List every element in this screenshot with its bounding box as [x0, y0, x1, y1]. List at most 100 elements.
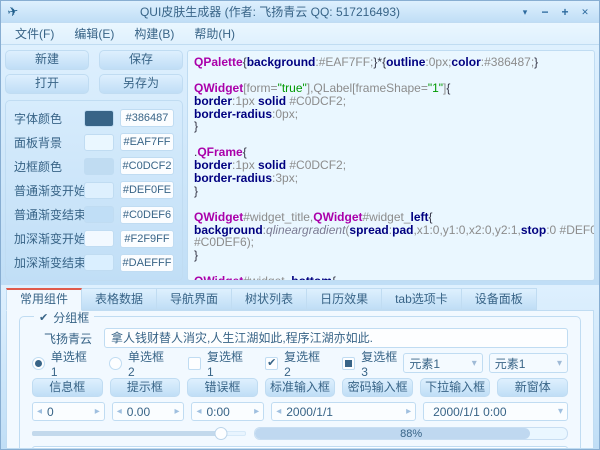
tab-device-panel[interactable]: 设备面板	[462, 288, 537, 310]
color-row-font: 字体颜色 #386487	[14, 109, 174, 127]
color-row-deep-end: 加深渐变结束 #DAEFFF	[14, 254, 174, 272]
checkbox-3[interactable]: 复选框3	[342, 348, 403, 379]
spinbox-row: ◂ 0 ▸ ◂ 0.00 ▸ ◂ 0:00 ▸ ◂	[32, 402, 568, 421]
spin-right-icon[interactable]: ▸	[406, 406, 411, 417]
color-value-input[interactable]: #EAF7FF	[120, 133, 174, 151]
color-row-gradient-end: 普通渐变结束 #C0DEF6	[14, 206, 174, 224]
motto-input[interactable]: 拿人钱财替人消灾,人生江湖如此,程序江湖亦如此.	[104, 328, 568, 348]
color-row-panel-bg: 面板背景 #EAF7FF	[14, 133, 174, 151]
app-plane-icon: ✈	[0, 1, 26, 22]
radio-2[interactable]: 单选框2	[109, 348, 170, 379]
slider-progress-row: 88%	[32, 427, 568, 440]
color-row-gradient-start: 普通渐变开始 #DEF0FE	[14, 181, 174, 199]
open-button[interactable]: 打开	[5, 74, 89, 94]
radio-1[interactable]: 单选框1	[32, 348, 93, 379]
combobox-2[interactable]: 元素1 ▾	[489, 353, 568, 373]
checkbox-2[interactable]: ✔ 复选框2	[265, 348, 326, 379]
color-label: 边框颜色	[14, 158, 78, 175]
groupbox-legend[interactable]: ✔ 分组框	[34, 310, 94, 326]
color-value-input[interactable]: #386487	[120, 109, 174, 127]
radio-circle-icon	[109, 357, 122, 370]
spin-right-icon[interactable]: ▸	[95, 406, 100, 417]
dialog-buttons-row: 信息框 提示框 错误框 标准输入框 密码输入框 下拉输入框 新窗体	[32, 378, 568, 397]
file-buttons: 新建 保存 打开 另存为	[5, 50, 183, 94]
radio-circle-icon	[32, 357, 45, 370]
tab-pane: ✔ 分组框 飞扬青云 拿人钱财替人消灾,人生江湖如此,程序江湖亦如此. 单选框1…	[6, 310, 594, 449]
tab-nav-ui[interactable]: 导航界面	[157, 288, 232, 310]
spin-right-icon[interactable]: ▸	[174, 406, 179, 417]
color-label: 加深渐变开始	[14, 230, 78, 247]
double-spinbox[interactable]: ◂ 0.00 ▸	[112, 402, 185, 421]
menu-file[interactable]: 文件(F)	[5, 23, 64, 44]
slider-handle[interactable]	[214, 427, 227, 440]
error-box-button[interactable]: 错误框	[187, 378, 258, 397]
color-value-input[interactable]: #F2F9FF	[120, 230, 174, 248]
groupbox-title: 分组框	[53, 310, 89, 326]
groupbox-check-icon: ✔	[39, 311, 48, 324]
time-spinbox[interactable]: ◂ 0:00 ▸	[191, 402, 264, 421]
checkbox-1[interactable]: 复选框1	[188, 348, 249, 379]
spin-right-icon[interactable]: ▸	[254, 406, 259, 417]
color-settings-group: 字体颜色 #386487 面板背景 #EAF7FF 边框颜色 #C0DCF2 普…	[5, 100, 183, 281]
color-swatch[interactable]	[84, 134, 114, 151]
tip-box-button[interactable]: 提示框	[110, 378, 181, 397]
title-bar: ✈ QUI皮肤生成器 (作者: 飞扬青云 QQ: 517216493) ▾ − …	[1, 1, 599, 23]
time-spinbox-value: 0:00	[202, 405, 255, 419]
color-row-border: 边框颜色 #C0DCF2	[14, 157, 174, 175]
color-label: 普通渐变开始	[14, 182, 78, 199]
menu-edit[interactable]: 编辑(E)	[64, 23, 124, 44]
tab-common-widgets[interactable]: 常用组件	[6, 288, 82, 311]
color-swatch[interactable]	[84, 158, 114, 175]
date-spinbox-value: 2000/1/1	[281, 405, 406, 419]
author-row: 飞扬青云 拿人钱财替人消灾,人生江湖如此,程序江湖亦如此.	[32, 328, 568, 348]
skin-menu-button[interactable]: ▾	[515, 3, 535, 21]
color-swatch[interactable]	[84, 182, 114, 199]
radio-2-label: 单选框2	[128, 348, 170, 379]
app-window: ✈ QUI皮肤生成器 (作者: 飞扬青云 QQ: 517216493) ▾ − …	[0, 0, 600, 450]
color-value-input[interactable]: #DAEFFF	[120, 254, 174, 272]
info-box-button[interactable]: 信息框	[32, 378, 103, 397]
tab-table-data[interactable]: 表格数据	[82, 288, 157, 310]
color-swatch[interactable]	[84, 206, 114, 223]
dropdown-input-button[interactable]: 下拉输入框	[420, 378, 491, 397]
options-row: 单选框1 单选框2 复选框1 ✔ 复选框2	[32, 353, 568, 373]
chevron-down-icon: ▾	[557, 358, 562, 369]
combobox-1[interactable]: 元素1 ▾	[403, 353, 482, 373]
datetime-combobox[interactable]: 2000/1/1 0:00 ▾	[423, 402, 568, 421]
tab-tree-list[interactable]: 树状列表	[232, 288, 307, 310]
double-spinbox-value: 0.00	[122, 405, 175, 419]
color-label: 普通渐变结束	[14, 206, 78, 223]
color-swatch[interactable]	[84, 110, 114, 127]
close-button[interactable]: ✕	[575, 3, 595, 21]
menu-build[interactable]: 构建(B)	[124, 23, 184, 44]
new-window-button[interactable]: 新窗体	[497, 378, 568, 397]
save-button[interactable]: 保存	[99, 50, 183, 70]
checkbox-1-label: 复选框1	[207, 348, 249, 379]
demo-textedit[interactable]: 拿人钱财替人消灾,人生江湖如此,程序江湖亦如此.	[32, 446, 568, 449]
date-spinbox[interactable]: ◂ 2000/1/1 ▸	[271, 402, 416, 421]
color-label: 加深渐变结束	[14, 254, 78, 271]
tab-tab-page[interactable]: tab选项卡	[382, 288, 462, 310]
standard-input-button[interactable]: 标准输入框	[265, 378, 336, 397]
color-swatch[interactable]	[84, 230, 114, 247]
new-button[interactable]: 新建	[5, 50, 89, 70]
save-as-button[interactable]: 另存为	[99, 74, 183, 94]
menu-bar: 文件(F) 编辑(E) 构建(B) 帮助(H)	[1, 23, 599, 45]
tab-calendar[interactable]: 日历效果	[307, 288, 382, 310]
combobox-1-value: 元素1	[409, 355, 440, 372]
password-input-button[interactable]: 密码输入框	[342, 378, 413, 397]
checkbox-3-label: 复选框3	[361, 348, 403, 379]
minimize-button[interactable]: −	[535, 3, 555, 21]
radio-1-label: 单选框1	[51, 348, 93, 379]
horizontal-slider[interactable]	[32, 427, 246, 440]
color-label: 字体颜色	[14, 110, 78, 127]
color-swatch[interactable]	[84, 254, 114, 271]
color-value-input[interactable]: #C0DEF6	[120, 206, 174, 224]
int-spinbox[interactable]: ◂ 0 ▸	[32, 402, 105, 421]
qss-editor[interactable]: QPalette{background:#EAF7FF;}*{outline:0…	[187, 50, 595, 281]
color-value-input[interactable]: #C0DCF2	[120, 157, 174, 175]
color-value-input[interactable]: #DEF0FE	[120, 181, 174, 199]
menu-help[interactable]: 帮助(H)	[184, 23, 245, 44]
left-panel: 新建 保存 打开 另存为 字体颜色 #386487 面板背景 #EAF7FF 边…	[5, 50, 183, 281]
maximize-button[interactable]: +	[555, 3, 575, 21]
